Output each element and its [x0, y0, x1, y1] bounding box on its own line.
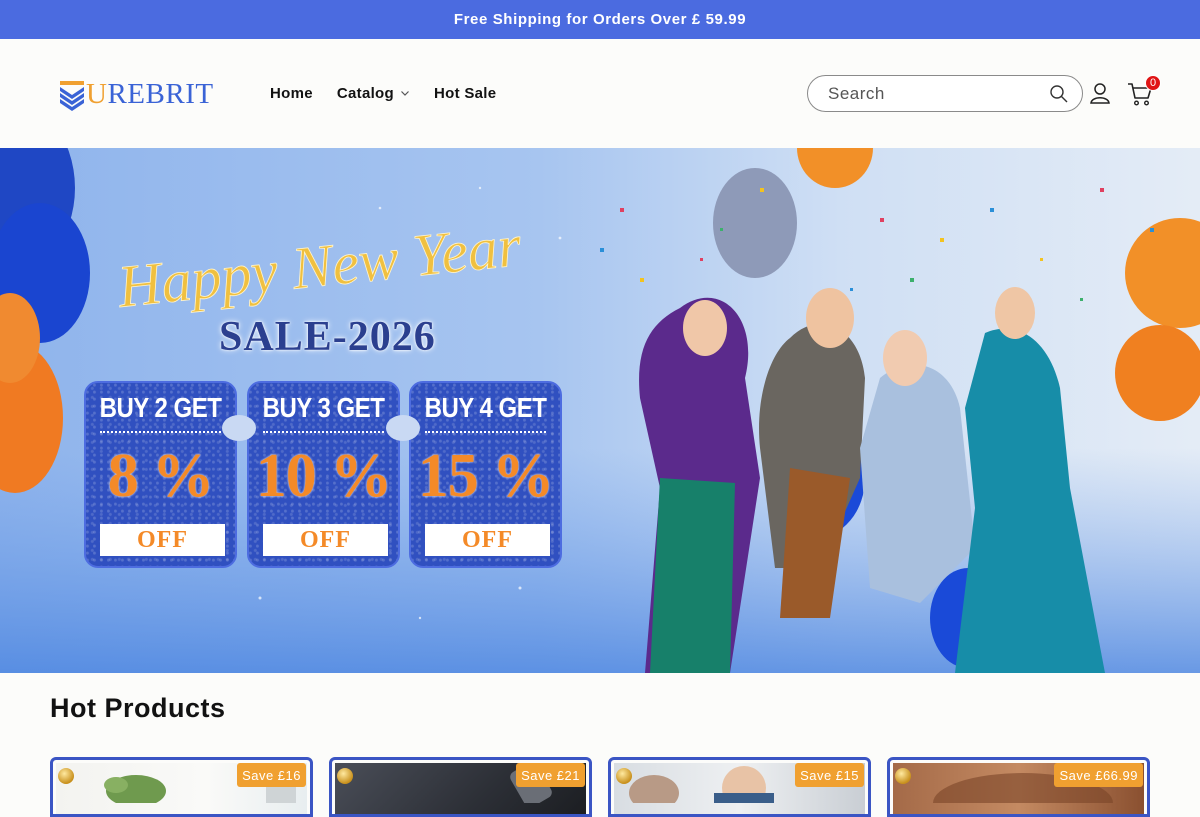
- coupon-divider: [100, 431, 221, 433]
- account-icon[interactable]: [1088, 81, 1112, 105]
- brand-logo[interactable]: UREBRIT: [58, 77, 214, 111]
- ornament-icon: [58, 768, 74, 784]
- coupon-percent: 10 %: [255, 442, 393, 510]
- hero-banner[interactable]: Happy New Year SALE-2026 BUY 2 GET 8 % O…: [0, 148, 1200, 673]
- hero-script-text: Happy New Year: [114, 226, 525, 316]
- save-badge: Save £16: [237, 763, 306, 787]
- nav-hot-sale-label: Hot Sale: [433, 84, 497, 102]
- coupon-divider: [263, 431, 384, 433]
- coupon-off-label: OFF: [100, 524, 225, 556]
- coupon-buy-label: BUY 4 GET: [424, 392, 547, 424]
- search-input[interactable]: [828, 83, 1038, 104]
- logo-text: UREBRIT: [86, 77, 214, 111]
- product-card[interactable]: Save £16: [50, 757, 313, 817]
- logo-letter-u: U: [86, 78, 108, 110]
- product-card[interactable]: Save £66.99: [887, 757, 1150, 817]
- save-badge: Save £21: [516, 763, 585, 787]
- coupon-buy-3: BUY 3 GET 10 % OFF: [247, 381, 400, 568]
- ornament-icon: [616, 768, 632, 784]
- hot-products-title: Hot Products: [50, 693, 226, 723]
- search-box: [807, 75, 1083, 112]
- ornament-icon: [337, 768, 353, 784]
- hero-sale-title: SALE-2026: [219, 314, 436, 360]
- coupon-notch: [222, 415, 256, 441]
- coupon-buy-label: BUY 2 GET: [99, 392, 222, 424]
- product-card[interactable]: Save £21: [329, 757, 592, 817]
- logo-wordmark: REBRIT: [107, 78, 214, 110]
- coupon-buy-4: BUY 4 GET 15 % OFF: [409, 381, 562, 568]
- coupon-off-label: OFF: [263, 524, 388, 556]
- coupon-percent: 8 %: [107, 442, 215, 510]
- announcement-text: Free Shipping for Orders Over £ 59.99: [453, 11, 747, 28]
- ornament-icon: [895, 768, 911, 784]
- save-badge: Save £15: [795, 763, 864, 787]
- nav-home-label: Home: [270, 84, 313, 102]
- coupon-divider: [425, 431, 546, 433]
- nav-catalog[interactable]: Catalog: [325, 81, 422, 105]
- nav-hot-sale[interactable]: Hot Sale: [422, 81, 508, 105]
- product-card[interactable]: Save £15: [608, 757, 871, 817]
- cart-count-badge: 0: [1145, 75, 1161, 91]
- search-icon[interactable]: [1049, 84, 1069, 104]
- coupon-buy-2: BUY 2 GET 8 % OFF: [84, 381, 237, 568]
- coupon-buy-label: BUY 3 GET: [262, 392, 385, 424]
- announcement-bar: Free Shipping for Orders Over £ 59.99: [0, 0, 1200, 39]
- main-nav: Home Catalog Hot Sale: [258, 81, 508, 105]
- nav-home[interactable]: Home: [258, 81, 325, 105]
- site-header: UREBRIT Home Catalog Hot Sale 0: [0, 39, 1200, 148]
- coupon-notch: [386, 415, 420, 441]
- chevron-down-icon: [401, 91, 409, 96]
- nav-catalog-label: Catalog: [336, 84, 394, 102]
- save-badge: Save £66.99: [1054, 763, 1143, 787]
- coupon-percent: 15 %: [417, 442, 555, 510]
- logo-mark-icon: [60, 81, 84, 111]
- coupon-off-label: OFF: [425, 524, 550, 556]
- hero-script-heading: Happy New Year: [113, 226, 525, 316]
